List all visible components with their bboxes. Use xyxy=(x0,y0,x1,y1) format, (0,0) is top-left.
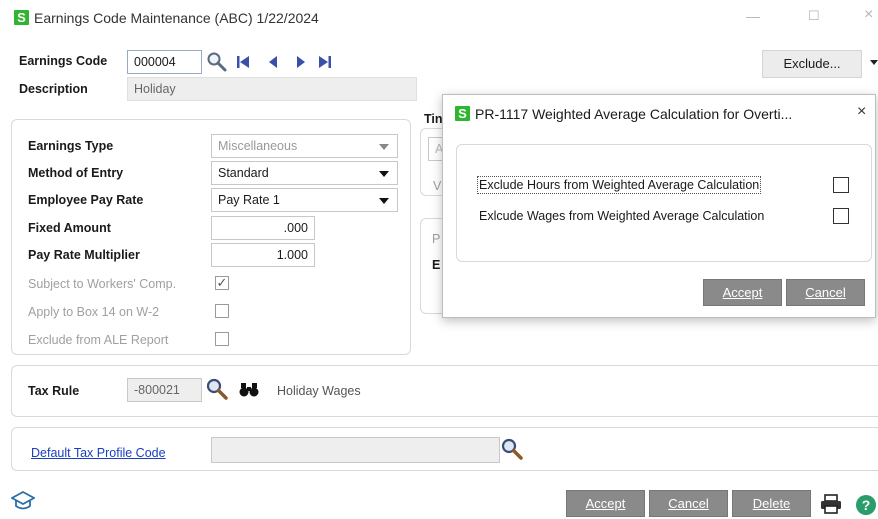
accept-button[interactable]: Accept xyxy=(566,490,645,517)
apply-box14-checkbox[interactable] xyxy=(215,304,229,318)
pay-rate-multiplier-label: Pay Rate Multiplier xyxy=(28,248,140,262)
hidden-label-e: E xyxy=(432,258,441,272)
delete-button-label: Delete xyxy=(752,496,791,511)
earnings-type-select[interactable]: Miscellaneous xyxy=(211,134,398,158)
dialog-close-button[interactable]: × xyxy=(857,103,866,121)
search-icon[interactable] xyxy=(206,51,228,76)
exclude-hours-label: Exclude Hours from Weighted Average Calc… xyxy=(476,176,762,194)
exclude-button-label: Exclude... xyxy=(783,56,841,71)
graduation-cap-icon[interactable] xyxy=(10,490,36,515)
apply-box14-label: Apply to Box 14 on W-2 xyxy=(28,305,160,319)
next-record-icon[interactable] xyxy=(294,55,308,72)
accept-button-label: Accept xyxy=(585,496,626,511)
chevron-down-icon xyxy=(379,198,389,204)
hidden-label-p: P xyxy=(432,232,441,246)
dialog-options-panel xyxy=(456,144,872,262)
exclude-wages-checkbox[interactable] xyxy=(833,208,849,224)
tax-rule-label: Tax Rule xyxy=(28,384,80,398)
svg-text:?: ? xyxy=(862,497,871,513)
cancel-button[interactable]: Cancel xyxy=(649,490,728,517)
maximize-button[interactable]: ☐ xyxy=(808,8,820,24)
earnings-type-label: Earnings Type xyxy=(28,139,114,153)
minimize-button[interactable]: — xyxy=(746,8,760,24)
previous-record-icon[interactable] xyxy=(266,55,280,72)
hidden-section-label: Tin xyxy=(424,112,443,126)
fixed-amount-input[interactable]: .000 xyxy=(211,216,315,240)
earnings-code-label: Earnings Code xyxy=(19,54,108,68)
exclude-ale-label: Exclude from ALE Report xyxy=(28,333,169,347)
description-input[interactable]: Holiday xyxy=(127,77,417,101)
hidden-label-v: V xyxy=(433,179,442,193)
dialog-accept-button[interactable]: Accept xyxy=(703,279,782,306)
dialog-cancel-button[interactable]: Cancel xyxy=(786,279,865,306)
default-tax-profile-link[interactable]: Default Tax Profile Code xyxy=(31,446,166,460)
tax-rule-description: Holiday Wages xyxy=(277,384,361,398)
tax-profile-search-icon[interactable] xyxy=(500,437,524,464)
close-window-button[interactable]: × xyxy=(864,6,873,24)
delete-button[interactable]: Delete xyxy=(732,490,811,517)
exclude-hours-checkbox[interactable] xyxy=(833,177,849,193)
first-record-icon[interactable] xyxy=(236,55,250,72)
weighted-average-dialog: S PR-1117 Weighted Average Calculation f… xyxy=(442,94,876,318)
exclude-button[interactable]: Exclude... xyxy=(762,50,862,78)
dialog-cancel-label: Cancel xyxy=(805,285,846,300)
subject-workers-comp-checkbox[interactable]: ✓ xyxy=(215,276,229,290)
method-of-entry-select[interactable]: Standard xyxy=(211,161,398,185)
method-of-entry-label: Method of Entry xyxy=(28,166,124,180)
exclude-wages-label: Exlcude Wages from Weighted Average Calc… xyxy=(479,209,765,223)
help-icon[interactable]: ? xyxy=(855,494,877,519)
employee-pay-rate-select[interactable]: Pay Rate 1 xyxy=(211,188,398,212)
dialog-logo: S xyxy=(455,106,470,121)
exclude-ale-checkbox[interactable] xyxy=(215,332,229,346)
fixed-amount-label: Fixed Amount xyxy=(28,221,111,235)
default-tax-profile-input[interactable] xyxy=(211,437,500,463)
earnings-type-value: Miscellaneous xyxy=(218,139,298,153)
last-record-icon[interactable] xyxy=(318,55,332,72)
description-label: Description xyxy=(19,82,88,96)
employee-pay-rate-value: Pay Rate 1 xyxy=(218,193,280,207)
pay-rate-multiplier-input[interactable]: 1.000 xyxy=(211,243,315,267)
employee-pay-rate-label: Employee Pay Rate xyxy=(28,193,144,207)
chevron-down-icon xyxy=(379,171,389,177)
chevron-down-icon xyxy=(379,144,389,150)
tax-rule-input[interactable]: -800021 xyxy=(127,378,202,402)
cancel-button-label: Cancel xyxy=(668,496,709,511)
tax-rule-search-icon[interactable] xyxy=(205,377,229,404)
printer-icon[interactable] xyxy=(820,494,842,517)
window-title: Earnings Code Maintenance (ABC) 1/22/202… xyxy=(34,10,319,26)
exclude-dropdown-arrow-icon[interactable] xyxy=(870,60,878,65)
binoculars-icon[interactable] xyxy=(239,382,259,401)
app-logo: S xyxy=(14,10,29,25)
dialog-accept-label: Accept xyxy=(722,285,763,300)
subject-workers-comp-label: Subject to Workers' Comp. xyxy=(28,277,177,291)
method-of-entry-value: Standard xyxy=(218,166,269,180)
earnings-code-input[interactable]: 000004 xyxy=(127,50,202,74)
dialog-title: PR-1117 Weighted Average Calculation for… xyxy=(475,106,793,122)
